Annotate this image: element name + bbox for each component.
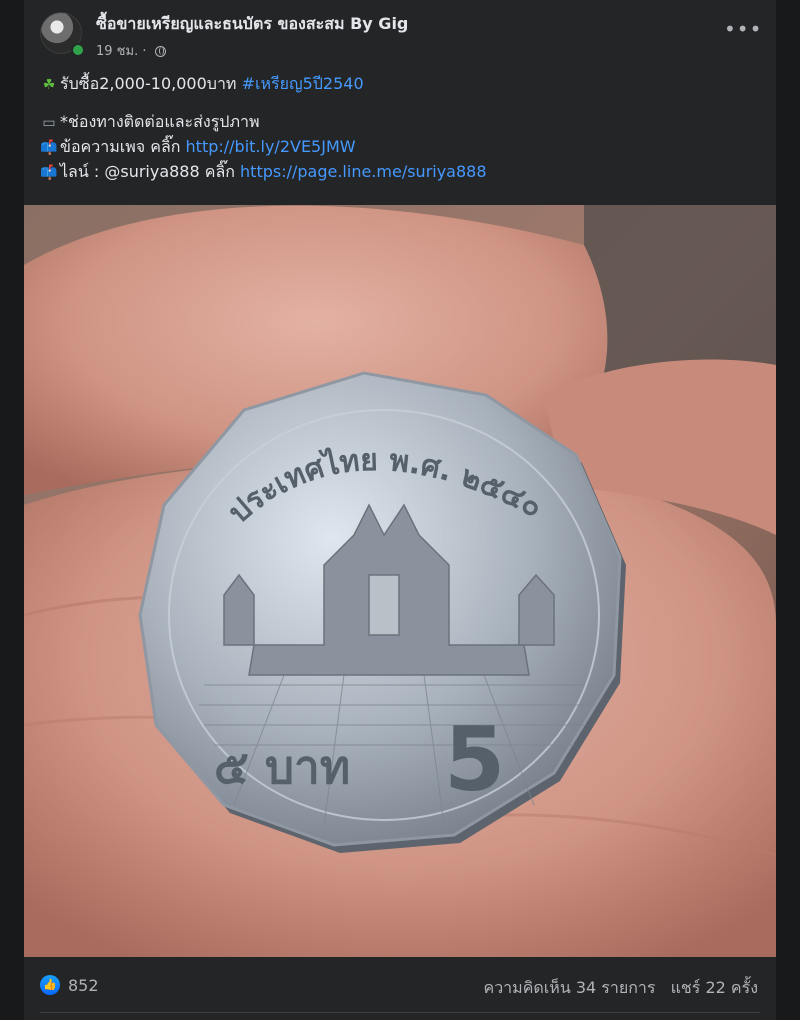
post-text: ☘ รับซื้อ2,000-10,000บาท #เหรียญ5ปี2540 ▭… <box>40 72 760 185</box>
offer-text: รับซื้อ2,000-10,000บาท <box>60 74 242 93</box>
post-photo[interactable]: ประเทศไทย พ.ศ. ๒๕๔๐ ๕ บาท 5 <box>24 205 776 957</box>
message-label: ข้อความเพจ คลิ๊ก <box>60 137 186 156</box>
coin-denomination-numeral: 5 <box>444 708 505 811</box>
more-options-icon[interactable]: ••• <box>724 19 761 40</box>
coin-legend-text: ประเทศไทย พ.ศ. ๒๕๔๐ <box>222 443 548 531</box>
post-meta: 19 ชม. · <box>96 40 166 61</box>
mailbox-icon: 📫 <box>40 165 58 181</box>
contact-heading-line: ▭ *ช่องทางติดต่อและส่งรูปภาพ <box>40 110 760 135</box>
post-card: ซื้อขายเหรียญและธนบัตร ของสะสม By Gig 19… <box>24 0 776 1020</box>
like-reaction-icon[interactable]: 👍 <box>40 975 60 995</box>
message-line: 📫 ข้อความเพจ คลิ๊ก http://bit.ly/2VE5JMW <box>40 135 760 160</box>
online-status-icon <box>71 43 85 57</box>
camera-icon: ▭ <box>42 115 56 131</box>
offer-line: ☘ รับซื้อ2,000-10,000บาท #เหรียญ5ปี2540 <box>40 72 760 97</box>
post-header: ซื้อขายเหรียญและธนบัตร ของสะสม By Gig 19… <box>40 10 761 62</box>
coin-denomination-thai: ๕ บาท <box>214 740 350 794</box>
like-count[interactable]: 852 <box>68 976 99 995</box>
comment-count[interactable]: ความคิดเห็น 34 รายการ <box>483 978 655 997</box>
mailbox-icon: 📫 <box>40 140 58 156</box>
reactions-bar: 👍 852 ความคิดเห็น 34 รายการ แชร์ 22 ครั้… <box>40 967 760 1007</box>
line-link[interactable]: https://page.line.me/suriya888 <box>240 162 487 181</box>
line-label: ไลน์ : @suriya888 คลิ๊ก <box>60 162 241 181</box>
hashtag-link[interactable]: #เหรียญ5ปี2540 <box>242 74 364 93</box>
share-count[interactable]: แชร์ 22 ครั้ง <box>671 978 758 997</box>
message-link[interactable]: http://bit.ly/2VE5JMW <box>186 137 356 156</box>
meta-separator: · <box>142 44 147 59</box>
line-contact-line: 📫 ไลน์ : @suriya888 คลิ๊ก https://page.li… <box>40 160 760 185</box>
contact-heading: *ช่องทางติดต่อและส่งรูปภาพ <box>60 112 260 131</box>
post-time[interactable]: 19 ชม. <box>96 44 138 59</box>
clover-icon: ☘ <box>42 77 56 93</box>
engagement-summary: ความคิดเห็น 34 รายการ แชร์ 22 ครั้ง <box>473 976 758 1001</box>
footer-divider <box>40 1012 760 1013</box>
coin-text-overlay: ประเทศไทย พ.ศ. ๒๕๔๐ ๕ บาท 5 <box>214 443 548 811</box>
globe-icon <box>154 46 166 57</box>
page-name-link[interactable]: ซื้อขายเหรียญและธนบัตร ของสะสม By Gig <box>96 12 408 37</box>
